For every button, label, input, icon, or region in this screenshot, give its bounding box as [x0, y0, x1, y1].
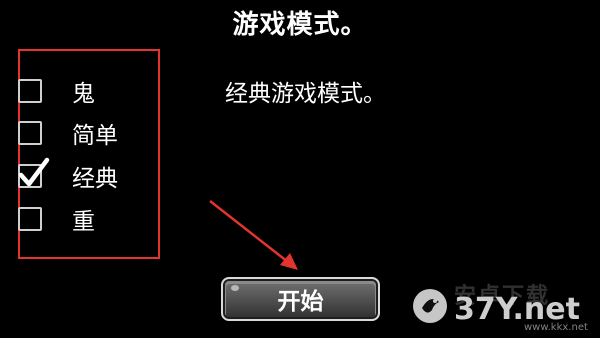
watermark: 安卓下载 37Y.net www.kkx.net	[404, 278, 594, 336]
mode-checkbox-heavy[interactable]	[18, 207, 42, 231]
mode-option-ghost[interactable]: 鬼	[18, 76, 95, 107]
mode-option-heavy[interactable]: 重	[18, 204, 95, 235]
mode-option-classic[interactable]: 经典	[18, 157, 118, 192]
start-button-label: 开始	[277, 289, 324, 315]
screen-title: 游戏模式。	[232, 10, 368, 40]
mode-label-ghost: 鬼	[72, 81, 95, 107]
mode-checkbox-ghost[interactable]	[18, 79, 42, 103]
mode-label-easy: 简单	[72, 123, 118, 149]
mode-description: 经典游戏模式。	[225, 81, 386, 107]
start-button[interactable]: 开始	[221, 277, 380, 321]
watermark-logo-icon	[413, 289, 447, 323]
mode-option-easy[interactable]: 简单	[18, 118, 118, 149]
mode-checkbox-classic[interactable]	[18, 157, 50, 188]
mode-label-heavy: 重	[72, 209, 95, 235]
check-icon	[18, 157, 50, 187]
button-gloss	[231, 285, 239, 291]
watermark-domain: www.kkx.net	[524, 322, 588, 333]
mode-checkbox-easy[interactable]	[18, 121, 42, 145]
mode-label-classic: 经典	[72, 166, 118, 192]
